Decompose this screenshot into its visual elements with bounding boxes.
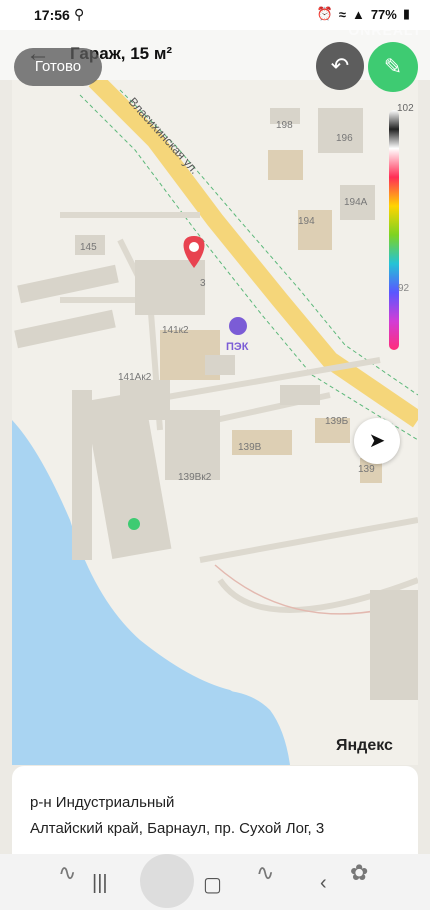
wifi-icon: ≈ <box>338 6 346 22</box>
building-label: 194 <box>298 216 315 227</box>
pencil-icon: ✎ <box>383 54 403 79</box>
map-view[interactable]: Власихинская ул. 198 196 194А 194 145 3 … <box>12 80 418 765</box>
address-line: Алтайский край, Барнаул, пр. Сухой Лог, … <box>30 820 325 837</box>
undo-icon: ↶ <box>330 53 350 78</box>
green-dot-marker <box>128 518 140 530</box>
building-label: 139Б <box>325 416 349 427</box>
signal-icon: ▲ <box>351 6 365 22</box>
decorative-icon: ✿ <box>350 860 369 885</box>
edit-button[interactable]: ✎ <box>368 42 418 92</box>
watermark: ONREALT <box>348 22 422 38</box>
battery-text: 77% <box>370 6 397 22</box>
building-label: 196 <box>336 133 353 144</box>
system-nav-bar: ∿ ||| ▢ ∿ ‹ ✿ <box>0 854 430 910</box>
screen: 17:56 ⚲ ⏰ ≈ ▲ 77% ▮ ← Гараж, 15 м² <box>0 0 430 910</box>
building-label: 141Ак2 <box>118 372 152 383</box>
map-attribution: Яндекс <box>336 737 393 755</box>
scale-mid-label: 92 <box>398 283 410 294</box>
poi-marker <box>229 317 247 335</box>
undo-button[interactable]: ↶ <box>316 42 364 90</box>
back-chevron-icon[interactable]: ‹ <box>320 872 327 895</box>
building-label: 139Вк2 <box>178 472 212 483</box>
building-label: 139В <box>238 442 262 453</box>
alarm-icon: ⏰ <box>316 6 333 21</box>
battery-icon: ▮ <box>402 6 410 21</box>
navigation-arrow-icon: ➤ <box>368 430 386 452</box>
location-marker-dot <box>189 242 199 252</box>
building-label: 3 <box>200 278 206 289</box>
search-icon: ⚲ <box>74 6 85 22</box>
home-button[interactable] <box>140 854 194 908</box>
building-label: 194А <box>344 197 368 208</box>
status-time: 17:56 <box>34 7 70 23</box>
recent-apps-icon[interactable]: ||| <box>92 872 108 895</box>
attribution-text: Яндекс <box>336 737 393 754</box>
home-icon[interactable]: ▢ <box>203 872 222 897</box>
address-panel: р-н Индустриальный Алтайский край, Барна… <box>12 766 418 854</box>
building-label: 141к2 <box>162 325 189 336</box>
status-icons: ⏰ ≈ ▲ 77% ▮ <box>317 6 410 22</box>
road-main <box>88 80 418 428</box>
building-label: 139 <box>358 464 375 475</box>
decorative-icon: ∿ <box>58 860 77 885</box>
done-button[interactable]: Готово <box>14 48 102 86</box>
decorative-icon: ∿ <box>256 860 275 885</box>
building-label: 145 <box>80 242 97 253</box>
scale-top-label: 102 <box>397 103 414 114</box>
locate-button[interactable]: ➤ <box>354 418 400 464</box>
elevation-scale <box>389 110 399 350</box>
poi-label: ПЭК <box>226 341 249 353</box>
building-label: 198 <box>276 120 293 131</box>
address-district: р-н Индустриальный <box>30 794 175 811</box>
